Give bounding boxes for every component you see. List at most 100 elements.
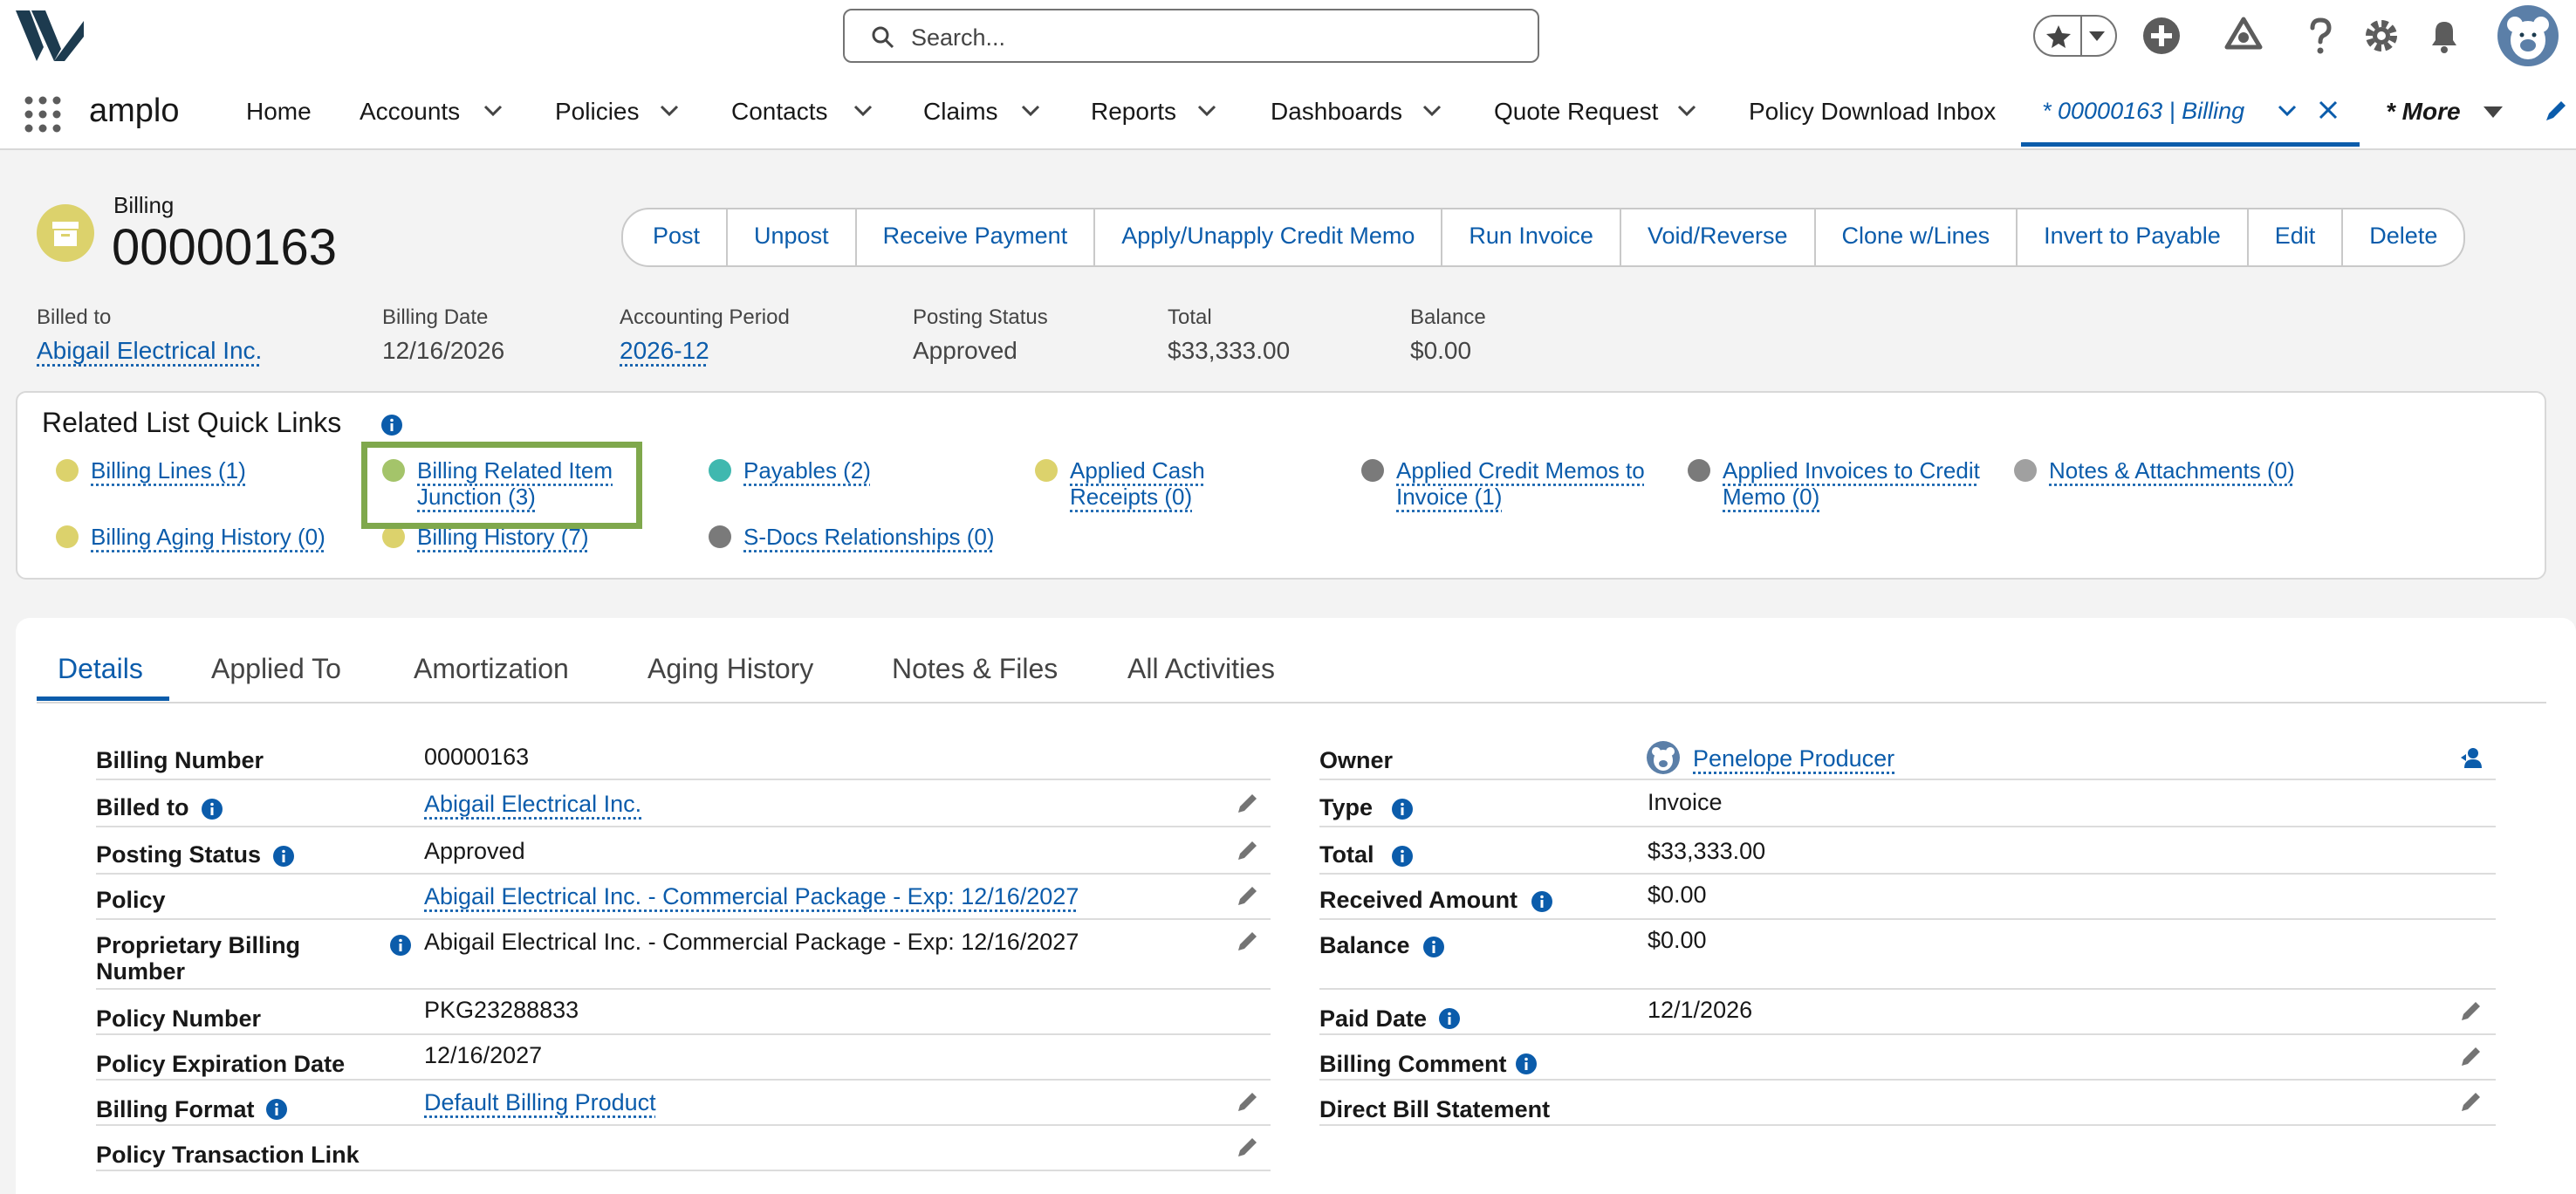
tab-notes-files[interactable]: Notes & Files: [892, 653, 1058, 685]
accounting-period-link[interactable]: 2026-12: [620, 337, 790, 365]
info-icon[interactable]: [1391, 845, 1414, 868]
edit-nav-pencil-icon[interactable]: [2543, 98, 2569, 124]
field-label: Policy Expiration Date: [96, 1051, 345, 1077]
nav-item-accounts[interactable]: Accounts: [360, 98, 460, 126]
nav-item-dashboards[interactable]: Dashboards: [1271, 98, 1402, 126]
billing-object-icon: [56, 525, 79, 548]
billing-format-link[interactable]: Default Billing Product: [424, 1089, 656, 1115]
info-icon[interactable]: [1531, 890, 1553, 913]
help-icon[interactable]: [2300, 16, 2340, 56]
change-owner-icon[interactable]: [2459, 745, 2484, 770]
quick-link-applied-invoices-to-credit-memo[interactable]: Applied Invoices to Credit Memo (0): [1723, 457, 1984, 510]
pencil-icon[interactable]: [1236, 1135, 1260, 1159]
pencil-icon[interactable]: [1236, 1089, 1260, 1114]
info-icon[interactable]: [1391, 798, 1414, 820]
favorites-button[interactable]: [2033, 15, 2117, 57]
field-value: 12/1/2026: [1648, 997, 1752, 1023]
delete-button[interactable]: Delete: [2341, 209, 2463, 265]
chevron-down-icon[interactable]: [1197, 105, 1216, 117]
quick-link-applied-cash-receipts[interactable]: Applied Cash Receipts (0): [1070, 457, 1244, 510]
nav-item-policies[interactable]: Policies: [555, 98, 639, 126]
setup-gear-icon[interactable]: [2361, 16, 2401, 56]
info-icon[interactable]: [201, 798, 223, 820]
post-button[interactable]: Post: [623, 209, 726, 265]
notifications-bell-icon[interactable]: [2424, 16, 2464, 56]
pencil-icon[interactable]: [1236, 929, 1260, 953]
nav-item-reports[interactable]: Reports: [1091, 98, 1176, 126]
apply-unapply-credit-memo-button[interactable]: Apply/Unapply Credit Memo: [1093, 209, 1441, 265]
billed-to-link[interactable]: Abigail Electrical Inc.: [37, 337, 262, 365]
nav-item-claims[interactable]: Claims: [923, 98, 998, 126]
info-icon[interactable]: [265, 1098, 288, 1121]
chevron-down-icon[interactable]: [483, 105, 503, 117]
user-avatar[interactable]: [2497, 5, 2559, 66]
highlight-label: Posting Status: [913, 305, 1048, 330]
add-icon[interactable]: [2141, 16, 2182, 56]
field-balance: Balance $0.00: [1319, 920, 2496, 990]
info-icon[interactable]: [389, 934, 412, 957]
tab-amortization[interactable]: Amortization: [414, 653, 569, 685]
info-icon[interactable]: [380, 414, 403, 436]
chevron-down-icon[interactable]: [660, 105, 679, 117]
nav-item-quote-request[interactable]: Quote Request: [1494, 98, 1658, 126]
info-icon[interactable]: [272, 845, 295, 868]
app-name: amplo: [89, 93, 180, 130]
chevron-down-icon[interactable]: [1021, 105, 1040, 117]
chevron-down-icon[interactable]: [2278, 105, 2297, 117]
billing-object-icon: [37, 204, 94, 262]
field-posting-status: Posting Status Approved: [96, 829, 1271, 875]
pencil-icon[interactable]: [1236, 883, 1260, 908]
highlight-balance: Balance $0.00: [1410, 305, 1486, 365]
billed-to-link[interactable]: Abigail Electrical Inc.: [424, 791, 641, 817]
run-invoice-button[interactable]: Run Invoice: [1441, 209, 1620, 265]
info-icon[interactable]: [1438, 1007, 1461, 1030]
nav-more[interactable]: * More: [2386, 98, 2461, 126]
pencil-icon[interactable]: [2459, 998, 2484, 1023]
pencil-icon[interactable]: [1236, 791, 1260, 815]
nav-item-policy-download-inbox[interactable]: Policy Download Inbox: [1749, 98, 1996, 126]
policy-link[interactable]: Abigail Electrical Inc. - Commercial Pac…: [424, 883, 1079, 909]
receive-payment-button[interactable]: Receive Payment: [855, 209, 1094, 265]
tab-aging-history[interactable]: Aging History: [647, 653, 813, 685]
field-label: Owner: [1319, 747, 1393, 773]
amplo-logo[interactable]: [16, 10, 84, 61]
highlight-total: Total $33,333.00: [1168, 305, 1290, 365]
field-label: Policy Number: [96, 1005, 261, 1032]
info-icon[interactable]: [1422, 936, 1445, 958]
quick-link-payables[interactable]: Payables (2): [743, 457, 871, 484]
pencil-icon[interactable]: [1236, 838, 1260, 862]
caret-down-icon[interactable]: [2484, 106, 2503, 119]
trailhead-icon[interactable]: [2223, 16, 2264, 56]
app-launcher-icon[interactable]: [24, 96, 61, 133]
field-value: 12/16/2027: [424, 1042, 542, 1068]
quick-link-s-docs-relationships[interactable]: S-Docs Relationships (0): [743, 524, 995, 550]
close-icon[interactable]: [2318, 100, 2339, 120]
quick-link-applied-credit-memos-to-invoice[interactable]: Applied Credit Memos to Invoice (1): [1396, 457, 1675, 510]
void-reverse-button[interactable]: Void/Reverse: [1620, 209, 1814, 265]
invert-to-payable-button[interactable]: Invert to Payable: [2016, 209, 2247, 265]
info-icon[interactable]: [1515, 1053, 1538, 1075]
tab-details[interactable]: Details: [58, 653, 143, 685]
nav-item-contacts[interactable]: Contacts: [731, 98, 828, 126]
owner-avatar-icon: [1646, 740, 1681, 775]
quick-link-billing-aging-history[interactable]: Billing Aging History (0): [91, 524, 325, 550]
quick-link-notes-attachments[interactable]: Notes & Attachments (0): [2049, 457, 2295, 484]
chevron-down-icon[interactable]: [2089, 31, 2105, 42]
quick-link-billing-lines[interactable]: Billing Lines (1): [91, 457, 246, 484]
edit-button[interactable]: Edit: [2247, 209, 2342, 265]
chevron-down-icon[interactable]: [853, 105, 873, 117]
tab-applied-to[interactable]: Applied To: [211, 653, 341, 685]
field-billing-comment: Billing Comment: [1319, 1035, 2496, 1081]
nav-item-home[interactable]: Home: [246, 98, 312, 126]
tab-all-activities[interactable]: All Activities: [1127, 653, 1275, 685]
global-search-input[interactable]: Search...: [843, 9, 1539, 63]
pencil-icon[interactable]: [2459, 1089, 2484, 1114]
chevron-down-icon[interactable]: [1422, 105, 1442, 117]
field-label: Policy: [96, 887, 166, 913]
pencil-icon[interactable]: [2459, 1044, 2484, 1068]
unpost-button[interactable]: Unpost: [726, 209, 855, 265]
tab-active-billing-record[interactable]: * 00000163 | Billing: [2021, 72, 2360, 147]
chevron-down-icon[interactable]: [1677, 105, 1696, 117]
clone-with-lines-button[interactable]: Clone w/Lines: [1814, 209, 2017, 265]
owner-link[interactable]: Penelope Producer: [1693, 745, 1894, 772]
